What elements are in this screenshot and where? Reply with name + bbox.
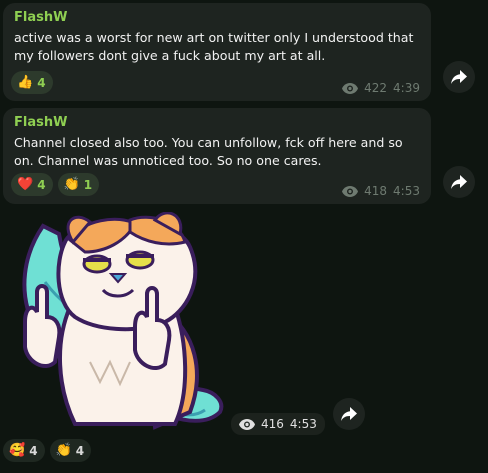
reactions-row: 👍 4 xyxy=(11,71,53,94)
reaction-clap[interactable]: 👏 4 xyxy=(49,439,92,462)
reaction-count: 1 xyxy=(83,177,93,192)
message-time: 4:39 xyxy=(393,81,420,95)
reaction-count: 4 xyxy=(75,443,85,458)
reaction-count: 4 xyxy=(37,75,46,90)
eye-icon xyxy=(239,418,255,430)
sticker[interactable] xyxy=(15,211,227,436)
reaction-count: 4 xyxy=(29,443,38,458)
share-arrow-icon xyxy=(451,70,467,84)
message-text: active was a worst for new art on twitte… xyxy=(14,30,414,63)
reactions-row: ❤️ 4 👏 1 xyxy=(11,173,100,196)
message-meta: 422 4:39 xyxy=(342,81,420,95)
furry-character-sticker xyxy=(22,211,224,430)
reaction-heart[interactable]: ❤️ 4 xyxy=(11,173,53,196)
view-count: 418 xyxy=(364,184,388,198)
sticker-reactions-row: 🥰 4 👏 4 xyxy=(3,439,92,462)
reaction-smiling-hearts[interactable]: 🥰 4 xyxy=(3,439,45,462)
message-text: Channel closed also too. You can unfollo… xyxy=(14,135,403,168)
share-button-2[interactable] xyxy=(443,166,475,198)
message-bubble-2[interactable]: FlashW Channel closed also too. You can … xyxy=(3,108,431,204)
message-meta: 418 4:53 xyxy=(342,184,420,198)
message-time: 4:53 xyxy=(393,184,420,198)
sender-name[interactable]: FlashW xyxy=(14,115,67,130)
reaction-clap[interactable]: 👏 1 xyxy=(57,173,100,196)
heart-icon: ❤️ xyxy=(17,177,34,192)
share-button-3[interactable] xyxy=(333,398,365,430)
share-arrow-icon xyxy=(451,175,467,189)
sticker-meta: 416 4:53 xyxy=(231,413,325,435)
reaction-thumbs-up[interactable]: 👍 4 xyxy=(11,71,53,94)
smiling-face-hearts-icon: 🥰 xyxy=(9,443,26,458)
reaction-count: 4 xyxy=(37,177,46,192)
eye-icon xyxy=(342,82,359,94)
clapping-hands-icon: 👏 xyxy=(55,443,72,458)
eye-icon xyxy=(342,185,359,197)
thumbs-up-icon: 👍 xyxy=(17,75,34,90)
view-count: 416 xyxy=(261,417,284,431)
clapping-hands-icon: 👏 xyxy=(63,177,80,192)
message-bubble-1[interactable]: FlashW active was a worst for new art on… xyxy=(3,3,431,101)
view-count: 422 xyxy=(364,81,388,95)
sender-name[interactable]: FlashW xyxy=(14,10,67,25)
message-time: 4:53 xyxy=(289,417,317,431)
share-arrow-icon xyxy=(341,407,357,421)
share-button-1[interactable] xyxy=(443,61,475,93)
